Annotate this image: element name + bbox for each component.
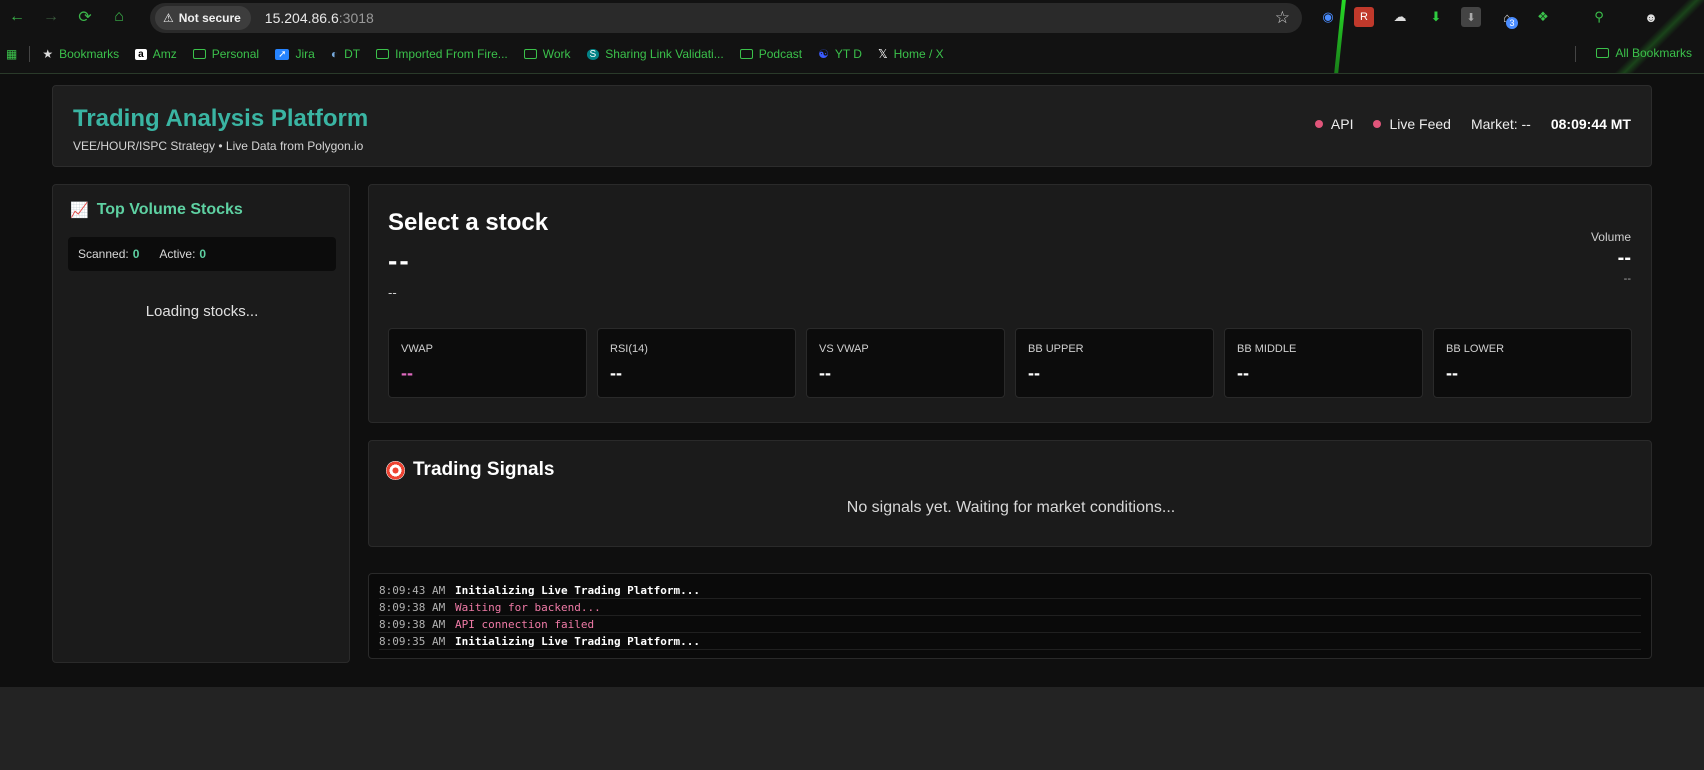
market-status: Market: -- [1470,116,1531,132]
loading-message: Loading stocks... [145,303,259,320]
scanned-stat: Scanned: 0 [78,247,140,261]
bookmark-star-icon[interactable]: ☆ [1275,8,1290,28]
log-entry: 8:09:35 AM Initializing Live Trading Plat… [379,633,1641,650]
folder-icon [523,49,537,59]
reload-icon[interactable]: ⟳ [68,0,102,34]
volume-value: -- [1617,247,1631,269]
indicator-bb-upper: BB UPPER -- [1015,328,1214,398]
market-clock: 08:09:44 MT [1550,116,1631,132]
chart-up-icon: 📈 [70,202,89,219]
bookmark-sharing-link[interactable]: S Sharing Link Validati... [586,47,724,61]
url-port: :3018 [338,10,374,26]
url-text[interactable]: 15.204.86.6:3018 [265,10,374,26]
status-dot-icon [1373,120,1382,128]
warning-triangle-icon: ⚠ [163,11,174,25]
folder-icon [1596,48,1610,58]
signals-empty-message: No signals yet. Waiting for market condi… [846,499,1176,516]
indicator-vs-vwap: VS VWAP -- [806,328,1005,398]
volume-sub: -- [1623,273,1631,285]
api-status: API [1314,116,1353,132]
download-arrow-icon[interactable]: ⬇ [1426,7,1446,27]
extension-red-icon[interactable]: R [1354,7,1374,27]
security-chip[interactable]: ⚠ Not secure [155,6,251,30]
download-box-icon[interactable]: ⬇ [1461,7,1481,27]
folder-icon [376,49,390,59]
page-body: Trading Analysis Platform VEE/HOUR/ISPC … [0,74,1704,687]
yt-d-icon: ☯ [818,47,829,61]
connection-status: API Live Feed Market: -- 08:09:44 MT [1295,116,1631,132]
target-icon [386,460,405,480]
puzzle-extensions-icon[interactable]: ❖ [1533,7,1553,27]
bookmark-imported[interactable]: Imported From Fire... [376,47,508,61]
trading-signals-panel: Trading Signals No signals yet. Waiting … [368,440,1652,547]
page-subtitle: VEE/HOUR/ISPC Strategy • Live Data from … [73,139,364,153]
bookmarks-separator [1575,46,1576,62]
bookmark-podcast[interactable]: Podcast [739,47,802,61]
back-arrow-icon[interactable]: ← [0,0,34,34]
activity-log: 8:09:43 AM Initializing Live Trading Plat… [368,573,1652,659]
dt-icon: ◐ [330,47,339,61]
app-header: Trading Analysis Platform VEE/HOUR/ISPC … [52,85,1652,167]
bookmark-bookmarks[interactable]: ★ Bookmarks [42,47,119,61]
url-host: 15.204.86.6 [264,10,339,26]
apps-grid-icon[interactable]: ▦ [6,47,17,61]
status-dot-icon [1314,120,1323,128]
top-volume-sidebar: 📈 Top Volume Stocks Scanned: 0 Active: 0 L… [52,184,350,663]
bookmarks-separator [29,46,31,62]
bookmark-home-x[interactable]: 𝕏 Home / X [878,47,944,61]
all-bookmarks-button[interactable]: All Bookmarks [1596,46,1692,60]
bookmarks-bar: ▦ ★ Bookmarks a Amz Personal ➚ Jira ◐ DT Imp… [0,41,1704,67]
forward-arrow-icon[interactable]: → [34,0,68,34]
live-feed-status: Live Feed [1373,116,1451,132]
bookmark-amz[interactable]: a Amz [135,47,177,61]
indicator-vwap: VWAP -- [388,328,587,398]
stock-price: -- [388,245,411,276]
home-icon[interactable]: ⌂ [102,0,136,34]
extension-cloud-icon[interactable]: ☁ [1390,7,1410,27]
active-stat: Active: 0 [159,247,207,261]
volume-label: Volume [1590,230,1631,244]
extension-circle-icon[interactable]: ◉ [1318,7,1338,27]
stock-change: -- [388,285,397,300]
sharepoint-icon: S [586,48,600,60]
bookmark-jira[interactable]: ➚ Jira [275,47,315,61]
security-label: Not secure [178,11,241,25]
log-entry: 8:09:38 AM API connection failed [379,616,1641,633]
bookmark-work[interactable]: Work [523,47,571,61]
stock-detail-panel: Select a stock -- -- Volume -- -- VWAP -… [368,184,1652,423]
bookmark-dt[interactable]: ◐ DT [331,47,360,61]
stock-title: Select a stock [388,209,549,236]
page-title: Trading Analysis Platform [73,105,369,132]
log-entry: 8:09:38 AM Waiting for backend... [379,599,1641,616]
log-entry: 8:09:43 AM Initializing Live Trading Plat… [379,582,1641,599]
star-icon: ★ [42,47,54,61]
page-footer-area [0,687,1704,770]
extension-badge: 3 [1506,17,1518,29]
indicator-bb-lower: BB LOWER -- [1433,328,1632,398]
indicator-bb-middle: BB MIDDLE -- [1224,328,1423,398]
indicator-rsi: RSI(14) -- [597,328,796,398]
folder-icon [192,49,206,59]
bookmark-personal[interactable]: Personal [192,47,259,61]
scan-stats: Scanned: 0 Active: 0 [68,237,336,271]
x-icon: 𝕏 [877,47,888,61]
sidebar-title: 📈 Top Volume Stocks [70,201,243,219]
bookmark-yt-d[interactable]: ☯ YT D [818,47,862,61]
signals-title: Trading Signals [386,459,554,481]
jira-icon: ➚ [275,48,290,60]
address-bar[interactable]: ⚠ Not secure 15.204.86.6:3018 ☆ [150,3,1302,33]
folder-icon [739,49,753,59]
amazon-icon: a [135,48,147,60]
browser-chrome: ← → ⟳ ⌂ ⚠ Not secure 15.204.86.6:3018 ☆ … [0,0,1704,74]
